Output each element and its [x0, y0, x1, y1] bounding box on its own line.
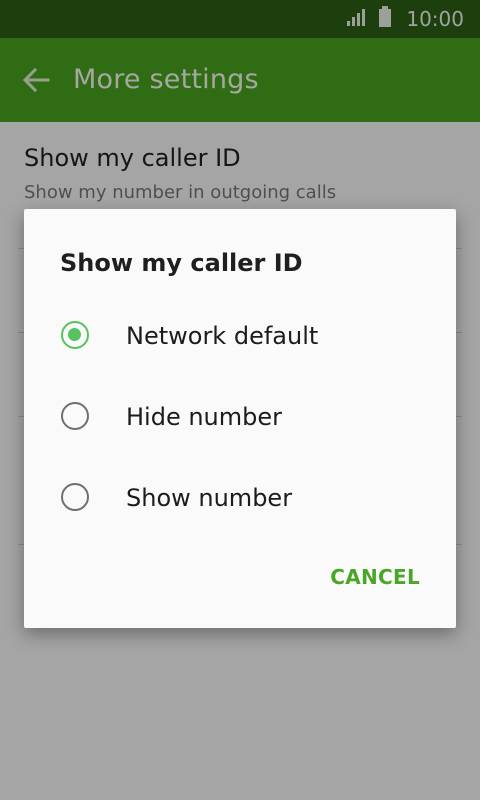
caller-id-dialog: Show my caller ID Network default Hide n…	[24, 209, 456, 628]
radio-button[interactable]	[61, 483, 89, 511]
radio-button-checked[interactable]	[61, 321, 89, 349]
dialog-title: Show my caller ID	[60, 249, 303, 277]
radio-dot	[68, 328, 81, 341]
option-show-number[interactable]: Show number	[24, 464, 456, 534]
option-label: Show number	[126, 484, 293, 512]
radio-button[interactable]	[61, 402, 89, 430]
cancel-button[interactable]: CANCEL	[330, 565, 420, 589]
option-hide-number[interactable]: Hide number	[24, 383, 456, 453]
option-label: Hide number	[126, 403, 283, 431]
option-network-default[interactable]: Network default	[24, 302, 456, 372]
option-label: Network default	[126, 322, 319, 350]
